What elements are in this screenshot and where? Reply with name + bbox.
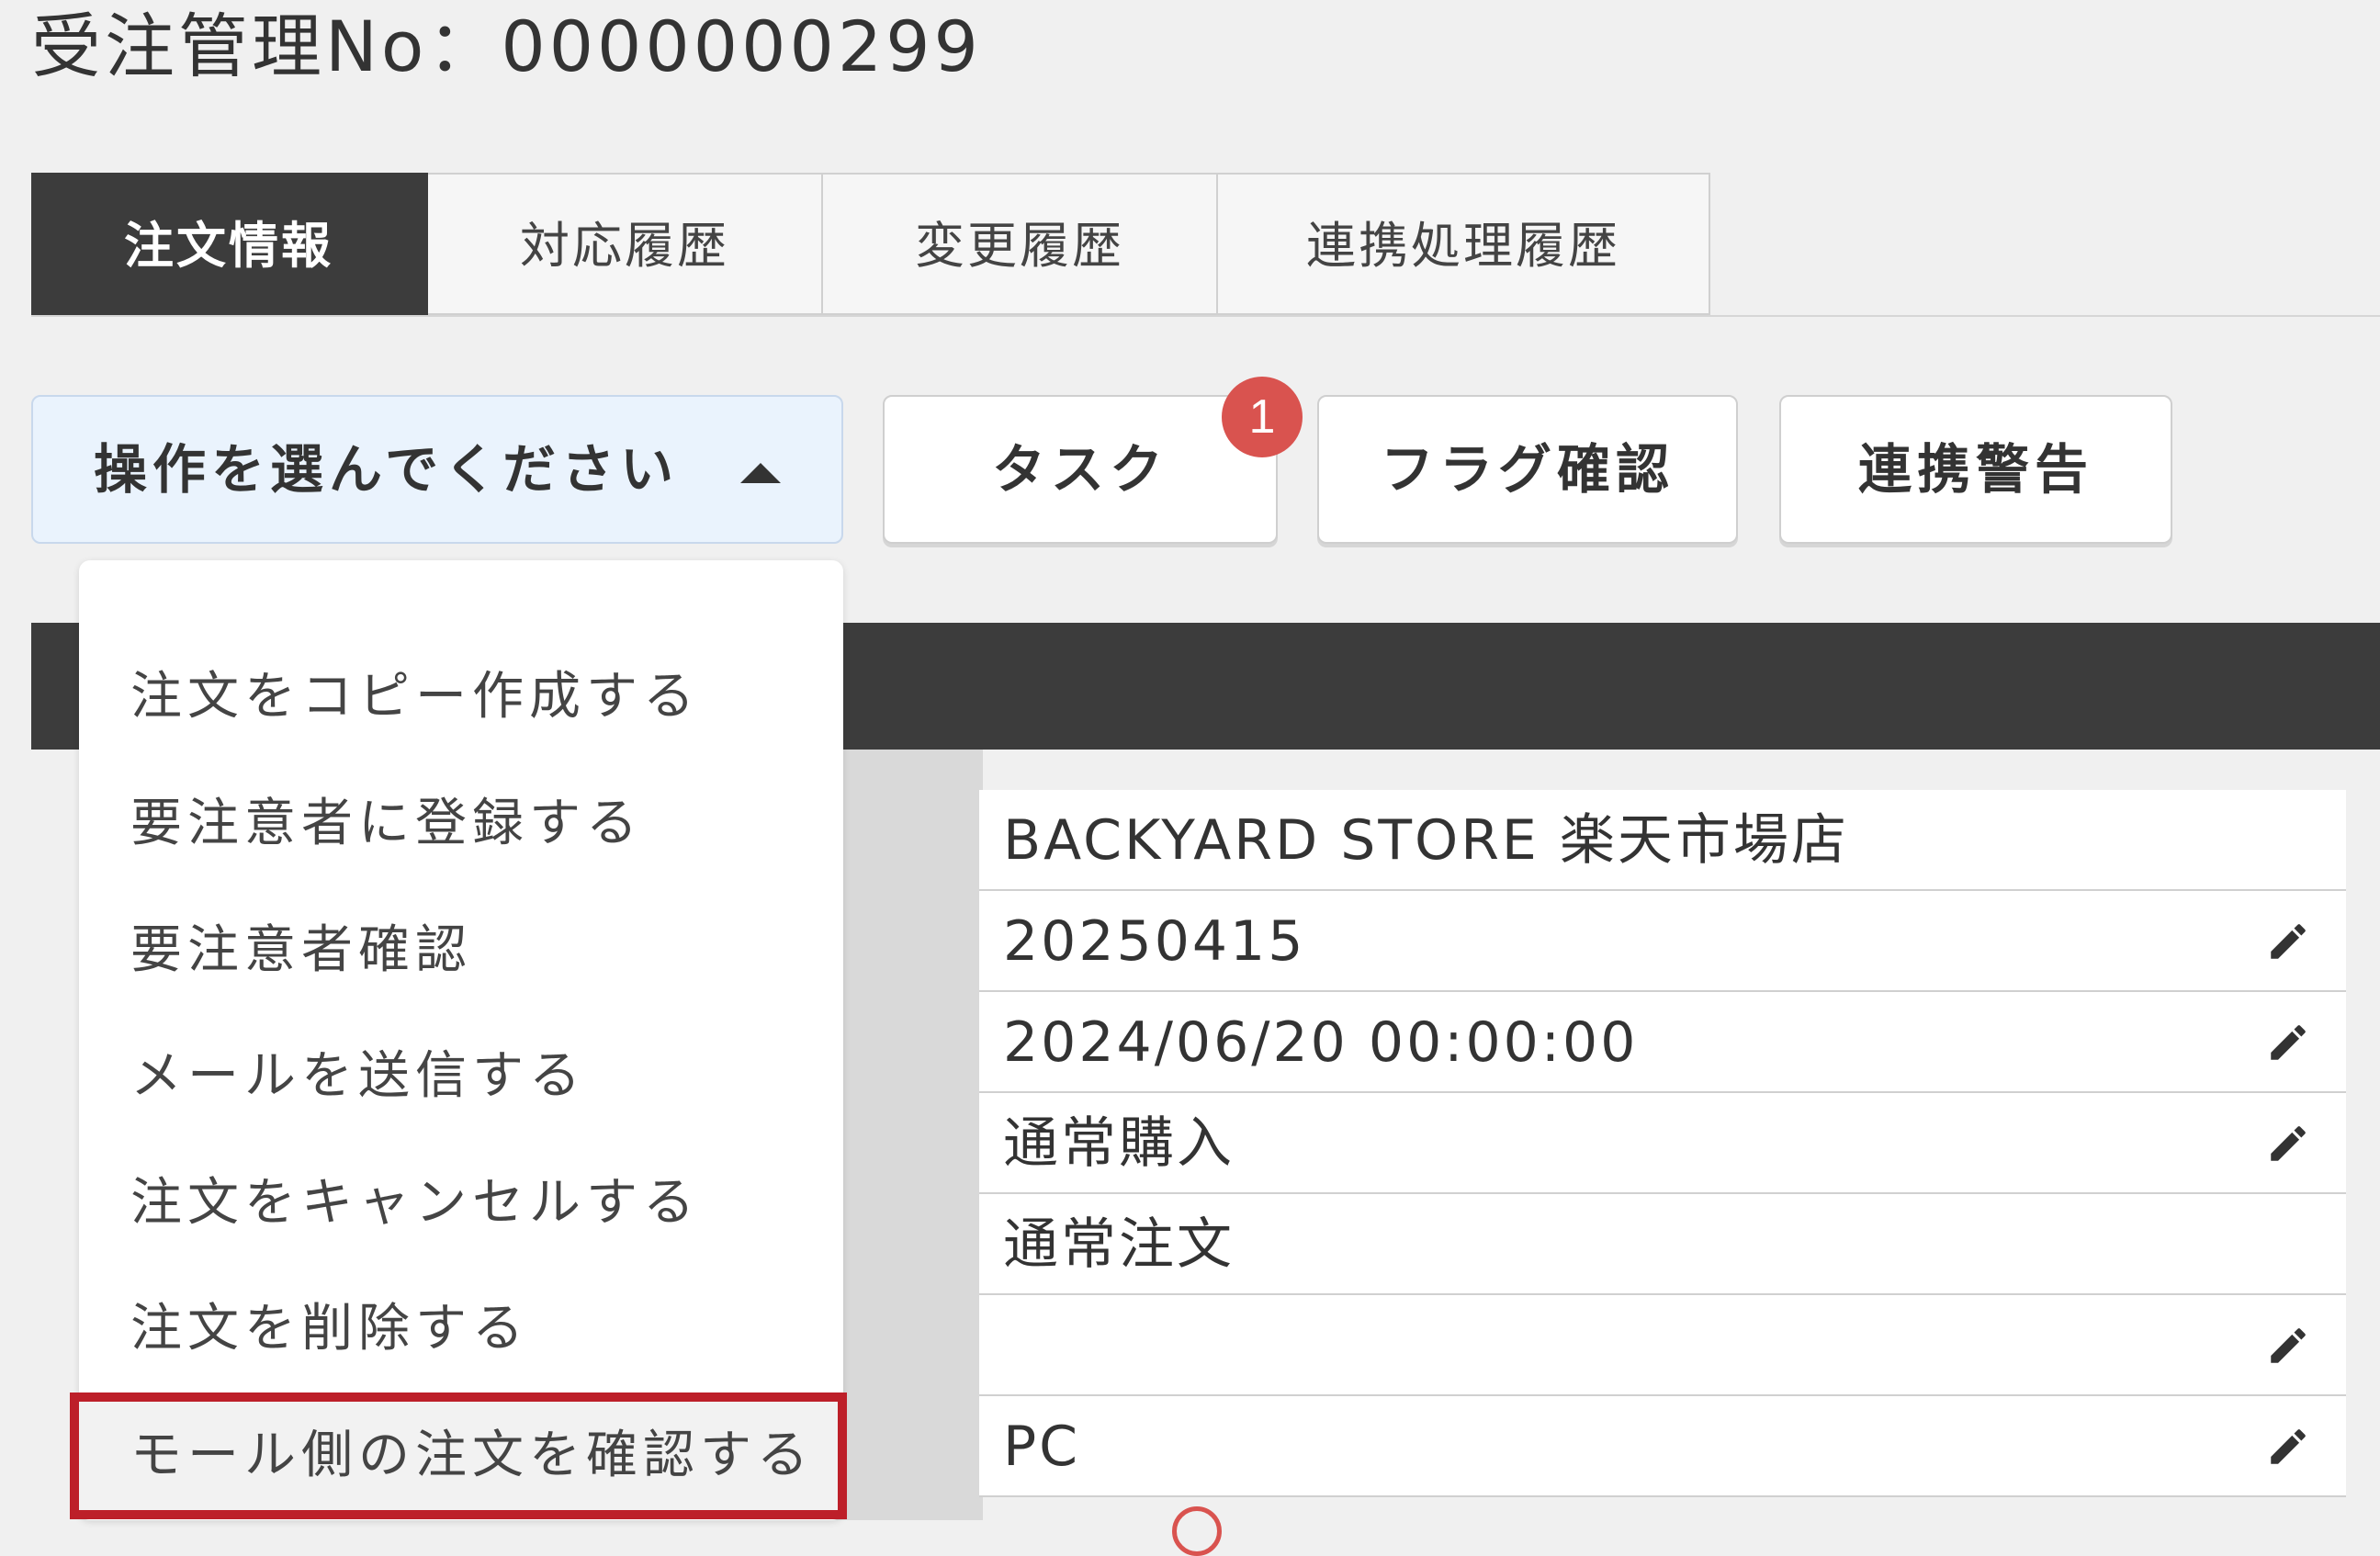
detail-row-2: 20250415 <box>979 891 2346 992</box>
tab-order-info[interactable]: 注文情報 <box>31 173 428 315</box>
status-circle-icon <box>1172 1506 1222 1556</box>
detail-row-6 <box>979 1295 2346 1396</box>
detail-row-4: 通常購入 <box>979 1093 2346 1194</box>
task-button[interactable]: タスク <box>883 395 1278 544</box>
menu-item-cancel-order[interactable]: 注文をキャンセルする <box>79 1140 843 1267</box>
detail-value: PC <box>1003 1415 1081 1479</box>
integration-warning-button[interactable]: 連携警告 <box>1779 395 2172 544</box>
detail-value: BACKYARD STORE 楽天市場店 <box>1003 808 1849 873</box>
operation-select[interactable]: 操作を選んでください <box>31 395 843 544</box>
menu-item-check-mall-order[interactable]: モール側の注文を確認する <box>70 1393 847 1519</box>
operation-dropdown-menu: 注文をコピー作成する 要注意者に登録する 要注意者確認 メールを送信する 注文を… <box>70 560 847 1520</box>
detail-row-7: PC <box>979 1396 2346 1497</box>
pencil-icon[interactable] <box>2265 1323 2311 1369</box>
tab-integration-history[interactable]: 連携処理履歴 <box>1218 173 1710 315</box>
menu-item-delete-order[interactable]: 注文を削除する <box>79 1266 843 1393</box>
pencil-icon[interactable] <box>2265 1424 2311 1470</box>
task-count-badge: 1 <box>1222 377 1303 457</box>
pencil-icon[interactable] <box>2265 1020 2311 1066</box>
flag-check-button[interactable]: フラグ確認 <box>1317 395 1738 544</box>
detail-value: 20250415 <box>1003 909 1306 974</box>
detail-value: 2024/06/20 00:00:00 <box>1003 1010 1639 1075</box>
menu-item-copy-order[interactable]: 注文をコピー作成する <box>79 634 843 761</box>
detail-row-3: 2024/06/20 00:00:00 <box>979 992 2346 1093</box>
caret-up-icon <box>740 463 781 483</box>
tab-bar: 注文情報 対応履歴 変更履歴 連携処理履歴 <box>31 173 1710 317</box>
detail-value: 通常購入 <box>1003 1111 1235 1176</box>
pencil-icon[interactable] <box>2265 1121 2311 1167</box>
menu-item-register-caution[interactable]: 要注意者に登録する <box>79 761 843 887</box>
tab-change-history[interactable]: 変更履歴 <box>823 173 1218 315</box>
menu-item-send-mail[interactable]: メールを送信する <box>79 1013 843 1140</box>
task-button-label: タスク <box>991 438 1168 501</box>
operation-select-label: 操作を選んでください <box>94 438 680 501</box>
page-title: 受注管理No：0000000299 <box>31 6 982 87</box>
flag-check-button-label: フラグ確認 <box>1380 438 1675 501</box>
integration-warning-button-label: 連携警告 <box>1857 438 2093 501</box>
detail-value-column: BACKYARD STORE 楽天市場店 20250415 2024/06/20… <box>979 790 2346 1520</box>
pencil-icon[interactable] <box>2265 919 2311 964</box>
detail-row-store: BACKYARD STORE 楽天市場店 <box>979 790 2346 891</box>
detail-row-5: 通常注文 <box>979 1194 2346 1295</box>
detail-value: 通常注文 <box>1003 1212 1235 1277</box>
menu-item-check-caution[interactable]: 要注意者確認 <box>79 887 843 1014</box>
tab-correspondence-history[interactable]: 対応履歴 <box>428 173 823 315</box>
